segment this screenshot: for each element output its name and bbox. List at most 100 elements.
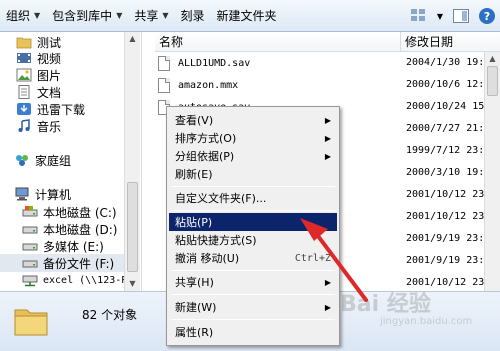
command-bar: 组织 ▼ 包含到库中 ▼ 共享 ▼ 刻录 新建文件夹 ▼ ? — [0, 0, 500, 32]
view-options-icon[interactable] — [409, 6, 429, 26]
drive-icon — [22, 226, 38, 234]
menu-separator — [171, 270, 335, 271]
date-cell: 2000/3/10 19: — [406, 167, 485, 178]
name-column-header[interactable]: 名称 — [155, 32, 401, 51]
nav-item-xunlei-downloads[interactable]: 迅雷下载 — [16, 100, 85, 118]
date-column-header[interactable]: 修改日期 — [401, 32, 500, 51]
drive-icon — [22, 243, 38, 251]
menu-item-sort-by[interactable]: 排序方式(O) ▶ — [169, 129, 337, 147]
nav-item-documents[interactable]: 文档 — [16, 83, 61, 101]
nav-item-label: 家庭组 — [35, 153, 72, 168]
menu-item-label: 撤消 移动(U) — [175, 252, 240, 265]
date-cell: 2000/10/6 12: — [406, 79, 485, 90]
scrollbar-thumb[interactable] — [127, 182, 138, 272]
nav-item-label: 计算机 — [35, 187, 72, 202]
submenu-arrow-icon: ▶ — [324, 151, 331, 161]
menu-item-new[interactable]: 新建(W) ▶ — [169, 298, 337, 316]
submenu-arrow-icon: ▶ — [324, 115, 331, 125]
menu-item-label: 粘贴(P) — [175, 216, 213, 229]
computer-icon — [15, 187, 29, 201]
menu-item-paste-shortcut[interactable]: 粘贴快捷方式(S) — [169, 231, 337, 249]
menu-item-properties[interactable]: 属性(R) — [169, 323, 337, 341]
nav-item-label: 本地磁盘 (C:) — [43, 205, 117, 220]
date-cell: 2001/10/12 23 — [406, 189, 485, 200]
menu-item-group-by[interactable]: 分组依据(P) ▶ — [169, 147, 337, 165]
chevron-down-icon: ▼ — [116, 11, 123, 20]
nav-item-drive-d[interactable]: 本地磁盘 (D:) — [22, 220, 117, 238]
date-cell: 2001/9/19 23: — [406, 233, 485, 244]
submenu-arrow-icon: ▶ — [324, 277, 331, 287]
file-icon — [158, 55, 170, 71]
nav-item-label: 备份文件 (F:) — [43, 256, 115, 271]
include-in-library-label: 包含到库中 — [52, 9, 113, 23]
music-library-icon — [18, 119, 30, 132]
menu-item-label: 新建(W) — [175, 301, 217, 314]
nav-item-homegroup[interactable]: 家庭组 — [14, 151, 71, 169]
nav-item-label: 多媒体 (E:) — [43, 239, 104, 254]
preview-pane-icon[interactable] — [451, 6, 471, 26]
menu-separator — [171, 319, 335, 320]
menu-item-customize-folder[interactable]: 自定义文件夹(F)... — [169, 189, 337, 207]
drive-icon — [22, 206, 38, 217]
column-header: 名称 修改日期 — [155, 32, 500, 52]
scroll-up-icon[interactable]: ▲ — [485, 52, 500, 66]
file-name: amazon.mmx — [178, 79, 239, 91]
video-library-icon — [17, 53, 31, 63]
watermark-url: jingyan.baidu.com — [380, 316, 473, 327]
nav-item-label: 本地磁盘 (D:) — [43, 222, 118, 237]
new-folder-button[interactable]: 新建文件夹 — [211, 0, 283, 32]
nav-item-label: excel (\\123-P — [43, 274, 128, 286]
watermark-text: Bai 经验 — [340, 292, 431, 317]
menu-item-share[interactable]: 共享(H) ▶ — [169, 273, 337, 291]
date-cell: 2000/10/24 15 — [406, 101, 485, 112]
menu-item-label: 自定义文件夹(F)... — [175, 192, 267, 205]
nav-scrollbar[interactable]: ▲ ▼ — [124, 32, 140, 291]
nav-item-music[interactable]: 音乐 — [16, 117, 61, 135]
date-cell: 2001/9/19 23: — [406, 255, 485, 266]
chevron-down-icon: ▼ — [34, 11, 41, 20]
scrollbar-thumb[interactable] — [487, 66, 498, 96]
share-button[interactable]: 共享 ▼ — [128, 0, 174, 32]
homegroup-icon — [16, 155, 28, 166]
document-library-icon — [18, 85, 30, 99]
nav-item-network-drive[interactable]: excel (\\123-P — [22, 271, 127, 289]
file-icon — [158, 77, 170, 93]
include-in-library-button[interactable]: 包含到库中 ▼ — [46, 0, 128, 32]
chevron-down-icon[interactable]: ▼ — [435, 6, 445, 26]
menu-item-label: 属性(R) — [175, 326, 214, 339]
date-cell: 2004/1/30 19: — [406, 57, 485, 68]
nav-item-drive-c[interactable]: 本地磁盘 (C:) — [22, 203, 117, 221]
file-row[interactable]: ALLD1UMD.sav — [158, 52, 250, 74]
burn-button[interactable]: 刻录 — [175, 0, 211, 32]
nav-item-pictures[interactable]: 图片 — [16, 66, 61, 84]
share-label: 共享 — [134, 9, 159, 23]
file-row[interactable]: amazon.mmx — [158, 74, 238, 96]
date-cell: 2000/7/27 21: — [406, 123, 485, 134]
menu-item-refresh[interactable]: 刷新(E) — [169, 165, 337, 183]
menu-item-label: 排序方式(O) — [175, 132, 237, 145]
nav-item-computer[interactable]: 计算机 — [14, 185, 71, 203]
shortcut-label: Ctrl+Z — [294, 252, 331, 264]
scroll-down-icon[interactable]: ▼ — [125, 277, 140, 291]
scroll-up-icon[interactable]: ▲ — [125, 32, 140, 46]
network-drive-icon — [22, 275, 38, 287]
file-name: ALLD1UMD.sav — [178, 57, 251, 69]
menu-item-paste[interactable]: 粘贴(P) — [169, 213, 337, 231]
nav-item-label: 测试 — [37, 35, 62, 50]
nav-item-video[interactable]: 视频 — [16, 49, 61, 67]
menu-item-label: 共享(H) — [175, 276, 214, 289]
nav-item-drive-e[interactable]: 多媒体 (E:) — [22, 237, 104, 255]
menu-item-undo-move[interactable]: 撤消 移动(U) Ctrl+Z — [169, 249, 337, 267]
help-button[interactable]: ? — [477, 6, 497, 26]
menu-item-view[interactable]: 查看(V) ▶ — [169, 111, 337, 129]
date-cell: 1999/7/12 23: — [406, 145, 485, 156]
menu-item-label: 查看(V) — [175, 114, 214, 127]
picture-library-icon — [16, 68, 32, 82]
nav-item-drive-f[interactable]: 备份文件 (F:) — [0, 254, 124, 272]
organize-label: 组织 — [6, 9, 31, 23]
organize-menu-button[interactable]: 组织 ▼ — [0, 0, 46, 32]
file-list-scrollbar[interactable]: ▲ — [484, 52, 500, 291]
folder-icon — [14, 309, 48, 336]
nav-item-label: 视频 — [37, 51, 62, 66]
menu-item-label: 刷新(E) — [175, 168, 213, 181]
